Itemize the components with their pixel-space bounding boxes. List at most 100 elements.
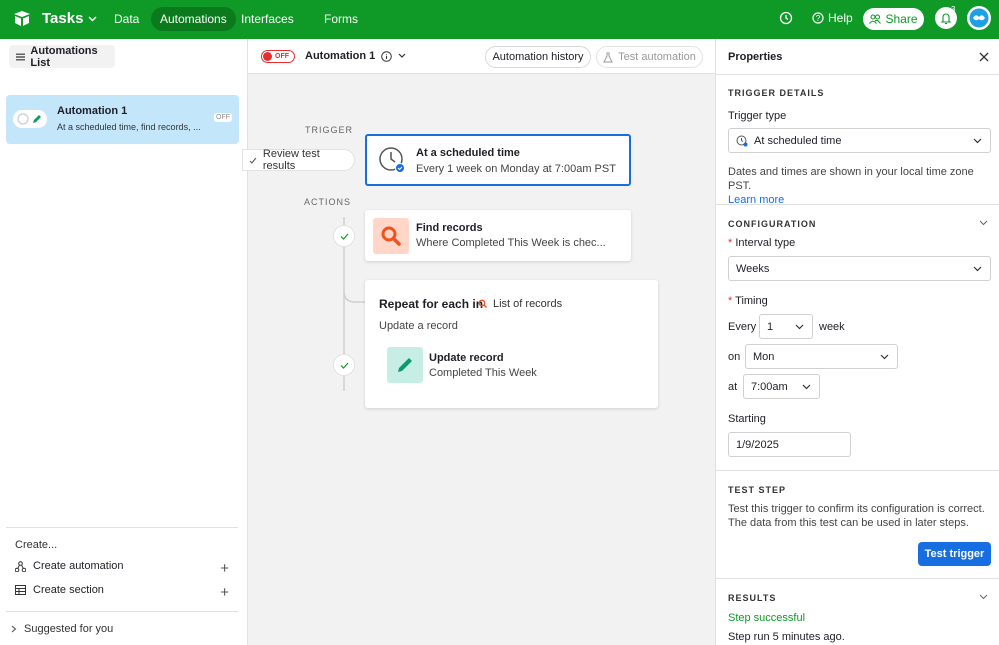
help-button[interactable]: ? Help [812,11,853,25]
review-test-results-label: Review test results [262,148,320,172]
chevron-down-icon [88,15,97,22]
timezone-note-text: Dates and times are shown in your local … [728,166,974,192]
create-automation-label: Create automation [33,560,124,572]
timezone-note: Dates and times are shown in your local … [728,165,993,207]
starting-date-input[interactable]: 1/9/2025 [728,432,851,457]
on-day-select[interactable]: Mon [745,344,898,369]
on-label: on [728,351,741,363]
trigger-type-select[interactable]: At scheduled time [728,128,991,153]
find-records-card[interactable]: Find records Where Completed This Week i… [365,210,631,261]
help-icon: ? [812,12,824,24]
suggested-label: Suggested for you [24,622,114,635]
automations-list-button[interactable]: Automations List [9,44,115,69]
test-step-heading: TEST STEP [728,485,787,495]
review-test-results-button[interactable]: Review test results [242,148,355,172]
check-icon [340,362,348,369]
divider [716,578,999,579]
create-section: Create... Create automation + Create sec… [6,527,238,612]
trigger-subtitle: Every 1 week on Monday at 7:00am PST [416,163,616,175]
chevron-down-icon [973,266,982,271]
automation-list-item[interactable]: Automation 1 At a scheduled time, find r… [6,95,239,144]
airtable-logo-icon[interactable] [12,10,32,28]
timing-label-text: Timing [735,295,768,307]
repeat-group-card[interactable]: Repeat for each in List of records Updat… [365,280,658,408]
search-icon [373,218,409,254]
automation-name: Automation 1 [57,105,128,117]
step-complete-indicator [333,225,355,247]
at-time-value: 7:00am [751,380,788,393]
automations-list-label: Automations List [30,44,98,69]
chevron-down-icon [795,324,804,329]
interval-type-label: * Interval type [728,237,796,249]
every-select[interactable]: 1 [759,314,813,339]
trigger-card[interactable]: At a scheduled time Every 1 week on Mond… [365,134,631,186]
properties-panel: Properties TRIGGER DETAILS Trigger type … [715,39,999,645]
list-of-records-token[interactable]: List of records [478,296,562,311]
results-time: Step run 5 minutes ago. [728,631,845,643]
base-name: Tasks [42,10,84,27]
tab-data[interactable]: Data [105,7,148,31]
chevron-down-icon [973,138,982,143]
results-heading: RESULTS [728,593,777,603]
base-name-menu[interactable]: Tasks [42,10,97,27]
automation-toggle[interactable] [13,110,47,128]
interval-type-value: Weeks [736,262,770,275]
starting-label: Starting [728,413,766,425]
help-label: Help [828,11,853,25]
properties-title: Properties [728,51,783,63]
clock-icon [736,135,748,146]
share-button[interactable]: Share [863,8,924,30]
create-label: Create... [15,539,58,551]
trigger-type-value: At scheduled time [754,134,842,147]
suggested-for-you[interactable]: Suggested for you [6,611,238,645]
create-automation-button[interactable]: Create automation + [15,560,229,577]
top-bar: Tasks Data Automations Interfaces Forms … [0,0,999,39]
actions-section-label: ACTIONS [304,197,352,207]
notification-count-badge: 3 [951,5,956,14]
test-trigger-button[interactable]: Test trigger [918,542,991,566]
tab-forms[interactable]: Forms [315,7,367,31]
chevron-right-icon [11,625,17,632]
tab-interfaces[interactable]: Interfaces [232,7,303,31]
divider [716,74,999,75]
configuration-heading: CONFIGURATION [728,219,817,229]
divider [716,470,999,471]
trigger-title: At a scheduled time [416,147,520,159]
check-icon [340,233,348,240]
toggle-knob-icon [17,112,44,126]
create-section-button[interactable]: Create section + [15,584,229,601]
avatar[interactable] [967,6,991,30]
chevron-down-icon[interactable] [979,594,988,600]
plus-icon: + [220,584,229,601]
chevron-down-icon [880,354,889,359]
list-of-records-label: List of records [493,297,563,310]
grid-icon [15,585,26,595]
chevron-down-icon[interactable] [979,220,988,226]
week-label: week [819,321,845,333]
find-records-title: Find records [416,222,483,234]
interval-type-select[interactable]: Weeks [728,256,991,281]
chevron-down-icon [802,384,811,389]
close-icon[interactable] [979,52,989,62]
repeat-title: Repeat for each in [379,297,484,311]
results-status: Step successful [728,612,806,624]
automations-sidebar: Automations List Automation 1 At a sched… [0,39,248,645]
search-icon [478,299,488,308]
check-icon [249,157,257,164]
plus-icon: + [220,560,229,577]
timing-label: * Timing [728,295,768,307]
update-record-title: Update record [429,352,504,364]
pencil-icon [387,347,423,383]
trigger-section-label: TRIGGER [305,125,354,135]
every-label: Every [728,321,757,333]
tab-automations[interactable]: Automations [151,7,236,31]
history-icon[interactable] [779,11,793,25]
divider [716,204,999,205]
clock-icon [378,146,406,174]
at-time-select[interactable]: 7:00am [743,374,820,399]
at-label: at [728,381,738,393]
test-step-description: Test this trigger to confirm its configu… [728,503,985,529]
people-icon [869,14,882,24]
trigger-details-heading: TRIGGER DETAILS [728,88,825,98]
starting-date-value: 1/9/2025 [736,438,779,451]
